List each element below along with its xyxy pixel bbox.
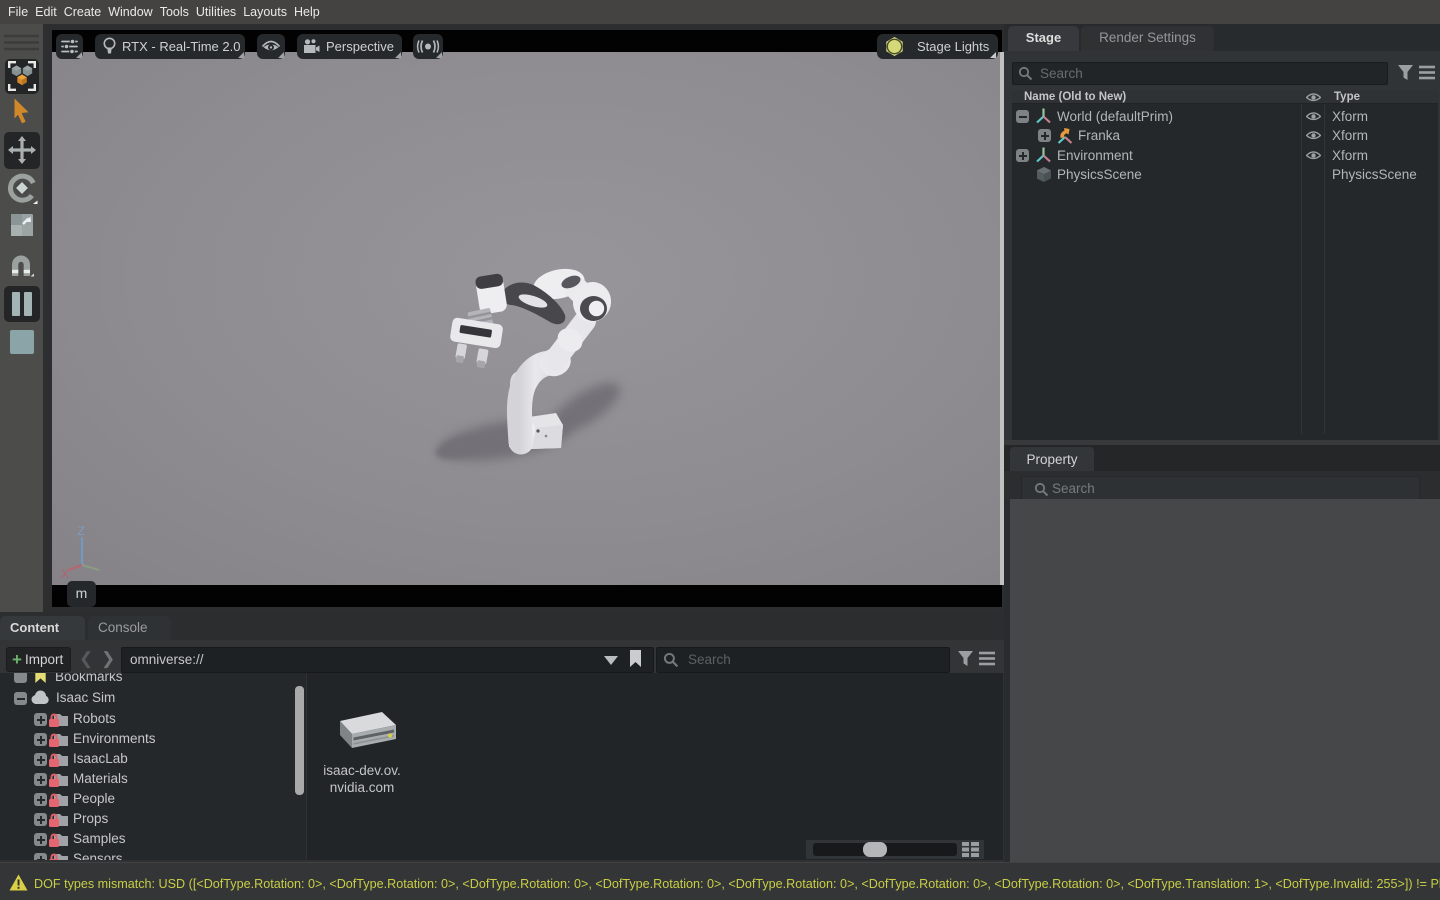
svg-text:Z: Z — [78, 524, 85, 538]
svg-text:X: X — [61, 567, 69, 581]
